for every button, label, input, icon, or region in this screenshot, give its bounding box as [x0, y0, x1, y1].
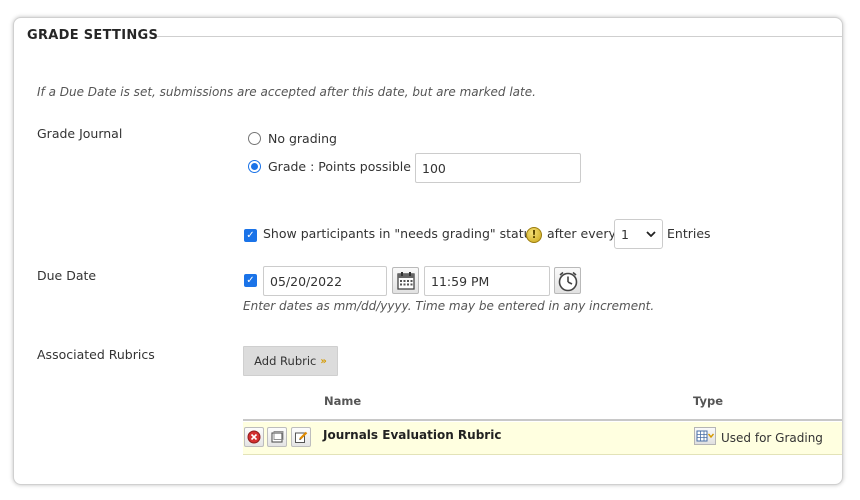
rubric-name[interactable]: Journals Evaluation Rubric	[323, 428, 501, 442]
title-divider	[157, 36, 842, 37]
section-title: GRADE SETTINGS	[27, 28, 159, 43]
entries-label: Entries	[667, 226, 711, 241]
help-icon[interactable]: !	[526, 227, 542, 243]
radio-grade[interactable]: Grade : Points possible :	[248, 159, 419, 174]
radio-button[interactable]	[248, 160, 261, 173]
remove-rubric-button[interactable]	[244, 427, 264, 447]
due-time-input[interactable]	[424, 266, 550, 296]
radio-label-grade: Grade : Points possible :	[268, 159, 420, 174]
rubric-type-label: Used for Grading	[721, 431, 823, 445]
column-header-name[interactable]: Name	[324, 394, 361, 408]
add-rubric-label: Add Rubric	[254, 354, 317, 368]
view-icon	[271, 431, 284, 443]
points-possible-input[interactable]	[415, 153, 581, 183]
rubric-type-button[interactable]	[694, 427, 716, 445]
edit-icon	[295, 431, 308, 443]
clock-icon	[558, 271, 577, 291]
grade-settings-panel: GRADE SETTINGS If a Due Date is set, sub…	[13, 17, 843, 485]
entries-count-select[interactable]: 1	[614, 219, 663, 249]
double-chevron-down-icon: »	[320, 355, 327, 367]
associated-rubrics-label: Associated Rubrics	[37, 347, 155, 362]
due-date-checkbox[interactable]: ✓	[244, 274, 257, 287]
edit-rubric-button[interactable]	[291, 427, 311, 447]
radio-no-grading[interactable]: No grading	[248, 131, 337, 146]
due-date-label: Due Date	[37, 268, 97, 283]
show-participants-label: Show participants in "needs grading" sta…	[263, 226, 539, 241]
calendar-button[interactable]	[392, 267, 419, 294]
due-date-note: If a Due Date is set, submissions are ac…	[37, 85, 536, 99]
remove-icon	[247, 430, 261, 444]
clock-button[interactable]	[554, 267, 581, 294]
radio-button[interactable]	[248, 132, 261, 145]
add-rubric-button[interactable]: Add Rubric »	[243, 346, 338, 376]
entries-count-value: 1	[621, 226, 629, 242]
column-header-type[interactable]: Type	[693, 394, 723, 408]
radio-label-no-grading: No grading	[268, 131, 337, 146]
date-format-hint: Enter dates as mm/dd/yyyy. Time may be e…	[243, 299, 655, 313]
rubric-type-icon	[696, 430, 714, 442]
due-date-input[interactable]	[263, 266, 387, 296]
table-header-divider	[243, 419, 842, 421]
view-rubric-button[interactable]	[267, 427, 287, 447]
calendar-icon	[396, 271, 415, 290]
table-row: Journals Evaluation Rubric Used for Grad…	[243, 422, 842, 455]
show-participants-checkbox[interactable]: ✓	[244, 229, 257, 242]
chevron-down-icon	[646, 231, 656, 237]
grade-journal-label: Grade Journal	[37, 126, 123, 141]
after-every-label: after every	[547, 226, 616, 241]
